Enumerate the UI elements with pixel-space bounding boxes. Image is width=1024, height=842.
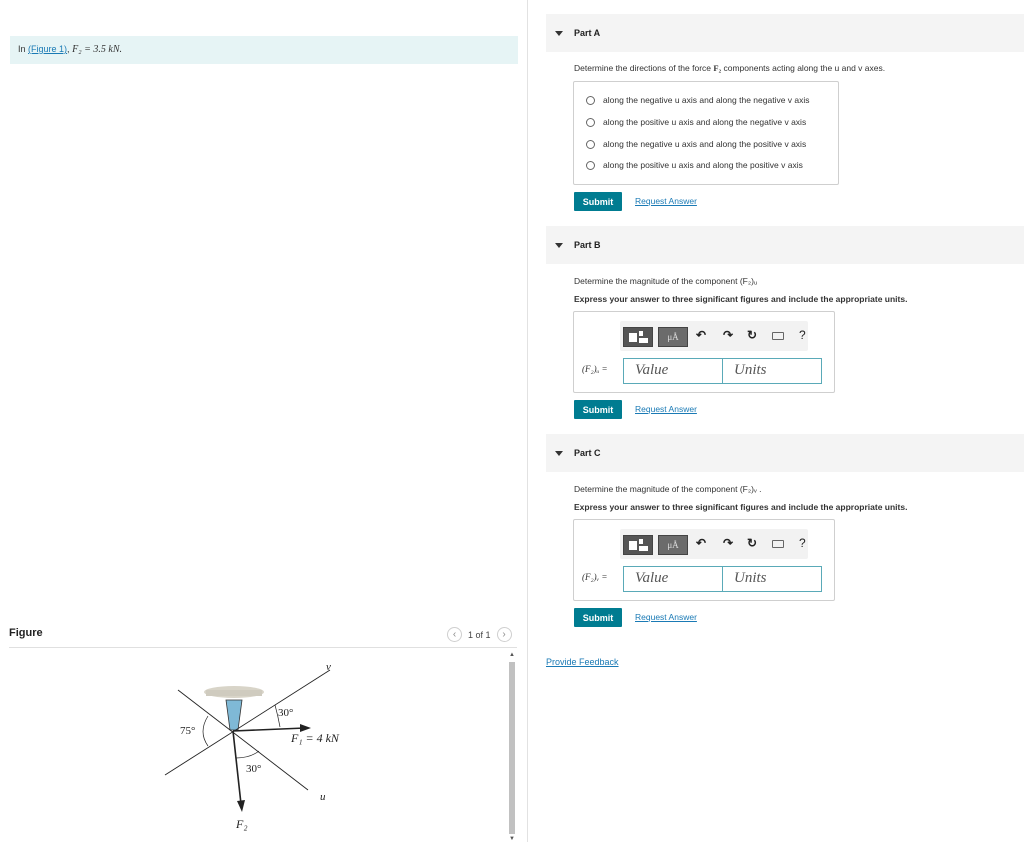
part-a-question: Determine the directions of the force F₂…: [574, 63, 885, 73]
choice-label: along the negative u axis and along the …: [603, 139, 807, 149]
part-b-variable-label: (F₂)ᵤ =: [582, 364, 608, 374]
part-a-choices: along the negative u axis and along the …: [573, 81, 839, 185]
angle-30-top-label: 30°: [278, 707, 293, 719]
part-b-header[interactable]: Part B: [546, 226, 1024, 264]
part-a-request-answer-link[interactable]: Request Answer: [635, 196, 697, 206]
part-c-variable-label: (F₂)ᵥ =: [582, 572, 608, 582]
part-b-answer-box: μÅ ↶ ↷ ↻ ? (F₂)ᵤ = Value Units: [573, 311, 835, 393]
choice-label: along the positive u axis and along the …: [603, 117, 807, 127]
angle-30-bottom-label: 30°: [246, 763, 261, 775]
keyboard-icon[interactable]: [772, 540, 784, 548]
math-toolbar: μÅ ↶ ↷ ↻ ?: [620, 529, 808, 559]
figure-link[interactable]: (Figure 1): [28, 44, 67, 54]
templates-button[interactable]: [623, 327, 653, 347]
keyboard-icon[interactable]: [772, 332, 784, 340]
scroll-up-icon[interactable]: ▲: [508, 652, 516, 658]
part-a-title: Part A: [574, 28, 601, 38]
figure-title: Figure: [9, 627, 43, 639]
part-a-header[interactable]: Part A: [546, 14, 1024, 52]
radio-button[interactable]: [586, 95, 595, 105]
part-a-question-post: components acting along the u and v axes…: [721, 63, 886, 73]
figure-pager: ‹ 1 of 1 ›: [447, 627, 512, 642]
templates-button[interactable]: [623, 535, 653, 555]
part-b-submit-button[interactable]: Submit: [574, 400, 622, 419]
f1-label: F₁ = 4 kN: [290, 731, 340, 745]
part-c-title: Part C: [574, 448, 601, 458]
angle-75-label: 75°: [180, 725, 195, 737]
ceiling-plate: [206, 690, 262, 696]
choice-label: along the positive u axis and along the …: [603, 160, 803, 170]
u-axis-label: u: [320, 791, 326, 803]
reset-icon[interactable]: ↻: [747, 536, 757, 550]
choice-option[interactable]: along the negative u axis and along the …: [586, 95, 810, 105]
part-a-question-force: F₂: [713, 63, 722, 73]
scroll-down-icon[interactable]: ▼: [508, 836, 516, 842]
choice-option[interactable]: along the positive u axis and along the …: [586, 117, 806, 127]
next-figure-button[interactable]: ›: [496, 627, 512, 642]
undo-icon[interactable]: ↶: [696, 328, 706, 342]
reset-icon[interactable]: ↻: [747, 328, 757, 342]
figure-divider: [9, 647, 517, 648]
help-icon[interactable]: ?: [799, 536, 806, 550]
provide-feedback-link[interactable]: Provide Feedback: [546, 657, 619, 667]
radio-button[interactable]: [586, 139, 595, 149]
math-toolbar: μÅ ↶ ↷ ↻ ?: [620, 321, 808, 351]
part-c-request-answer-link[interactable]: Request Answer: [635, 612, 697, 622]
part-b-title: Part B: [574, 240, 601, 250]
part-b-units-input[interactable]: Units: [722, 358, 822, 384]
part-b-question: Determine the magnitude of the component…: [574, 276, 758, 286]
collapse-icon: [555, 450, 563, 456]
part-c-question: Determine the magnitude of the component…: [574, 484, 762, 494]
u-axis-line: [177, 689, 309, 791]
problem-pane: In (Figure 1), F₂ = 3.5 kN. Figure ‹ 1 o…: [0, 0, 528, 842]
problem-intro: In (Figure 1), F₂ = 3.5 kN.: [10, 36, 518, 64]
f2-arrow-shaft: [232, 730, 242, 805]
part-a-question-pre: Determine the directions of the force: [574, 63, 714, 73]
v-axis-line: [164, 669, 331, 776]
figure-pager-label: 1 of 1: [468, 629, 491, 640]
angle-arc-30-bottom: [235, 750, 260, 759]
figure-scrollbar[interactable]: ▲ ▼: [507, 650, 517, 842]
radio-button[interactable]: [586, 160, 595, 170]
v-axis-label: v: [326, 661, 331, 673]
collapse-icon: [555, 242, 563, 248]
angle-arc-75: [202, 715, 209, 747]
radio-button[interactable]: [586, 117, 595, 127]
undo-icon[interactable]: ↶: [696, 536, 706, 550]
scroll-thumb[interactable]: [509, 662, 515, 834]
choice-label: along the negative u axis and along the …: [603, 95, 810, 105]
units-button[interactable]: μÅ: [658, 535, 688, 555]
part-c-instructions: Express your answer to three significant…: [574, 502, 908, 512]
part-c-answer-box: μÅ ↶ ↷ ↻ ? (F₂)ᵥ = Value Units: [573, 519, 835, 601]
intro-prefix: In: [18, 44, 26, 54]
part-c-submit-button[interactable]: Submit: [574, 608, 622, 627]
units-button[interactable]: μÅ: [658, 327, 688, 347]
given-force: F₂ = 3.5 kN.: [72, 44, 123, 55]
bracket: [225, 699, 243, 731]
choice-option[interactable]: along the negative u axis and along the …: [586, 139, 806, 149]
help-icon[interactable]: ?: [799, 328, 806, 342]
f2-arrowhead: [237, 800, 245, 812]
force-diagram: v u 75° 30° 30° F₁ = 4 kN F₂: [164, 661, 340, 831]
f2-label: F₂: [235, 817, 248, 831]
choice-option[interactable]: along the positive u axis and along the …: [586, 160, 803, 170]
part-b-request-answer-link[interactable]: Request Answer: [635, 404, 697, 414]
redo-icon[interactable]: ↷: [723, 328, 733, 342]
part-a-submit-button[interactable]: Submit: [574, 192, 622, 211]
collapse-icon: [555, 30, 563, 36]
part-c-value-input[interactable]: Value: [623, 566, 723, 592]
part-b-instructions: Express your answer to three significant…: [574, 294, 908, 304]
part-c-header[interactable]: Part C: [546, 434, 1024, 472]
prev-figure-button[interactable]: ‹: [447, 627, 462, 642]
part-c-units-input[interactable]: Units: [722, 566, 822, 592]
part-b-value-input[interactable]: Value: [623, 358, 723, 384]
redo-icon[interactable]: ↷: [723, 536, 733, 550]
